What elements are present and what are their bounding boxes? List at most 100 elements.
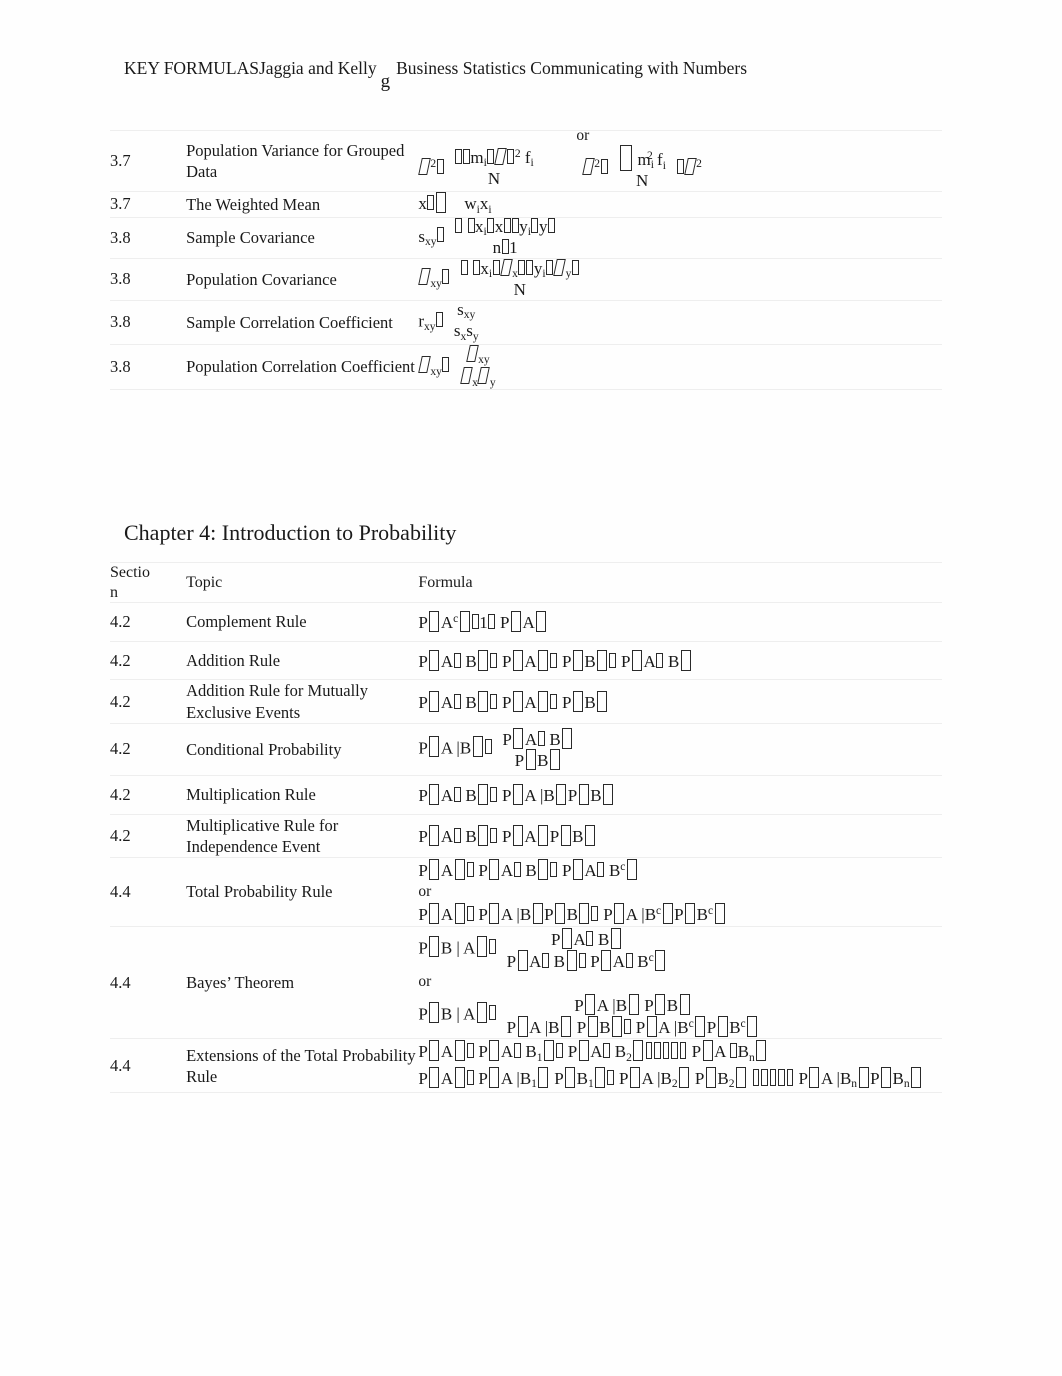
fn-P-b: P bbox=[478, 1042, 488, 1062]
ev-A-d: A bbox=[714, 1042, 726, 1062]
or-label-bayes: or bbox=[418, 973, 432, 991]
ev-A: A bbox=[440, 786, 454, 805]
formula-cell-sample-correlation: rxy sxy sxsy bbox=[418, 299, 942, 345]
fn-P-g: P bbox=[554, 1068, 564, 1088]
fn-P-d: P bbox=[418, 905, 428, 925]
var-m: m bbox=[470, 147, 484, 167]
sub-n: n bbox=[749, 1050, 755, 1064]
ev-A-b: A bbox=[500, 1042, 514, 1062]
fn-P-f: P bbox=[544, 905, 554, 925]
den-one: 1 bbox=[509, 237, 518, 257]
fn-P-b: P bbox=[501, 786, 512, 805]
num-one: 1 bbox=[479, 613, 488, 633]
fn-P: P bbox=[418, 613, 428, 633]
header-segment-two: Business Statistics Communicating with N… bbox=[396, 58, 748, 78]
section-cell: 4.2 bbox=[110, 640, 187, 681]
var-x-c: x bbox=[475, 216, 484, 236]
ev-A: A bbox=[440, 1042, 454, 1062]
section-cell: 4.2 bbox=[110, 775, 187, 815]
column-header-formula: Formula bbox=[418, 561, 942, 604]
sup-c: c bbox=[648, 950, 654, 964]
var-s: s bbox=[418, 226, 425, 246]
fraction-conditional: PA B PB bbox=[498, 727, 577, 771]
or-label-variance: or bbox=[576, 127, 590, 144]
fraction-bayes-2: PA |B PB PA |B PB PA |Bc P Bc bbox=[503, 993, 763, 1037]
ev-B-k: B bbox=[729, 1017, 741, 1037]
ev-B: B bbox=[465, 651, 477, 671]
var-y: y bbox=[519, 216, 528, 236]
table-row: 4.2 Conditional Probability PA |B PA B P… bbox=[110, 722, 942, 777]
fn-P-b: P bbox=[501, 692, 512, 712]
section-cell: 4.2 bbox=[110, 813, 187, 858]
var-ybar: y bbox=[538, 216, 548, 236]
topic-cell: Addition Rule bbox=[186, 640, 419, 681]
sub-i-x: i bbox=[488, 202, 492, 216]
fn-P-c: P bbox=[549, 826, 560, 846]
fraction-bayes-1: PA B PA B PA Bc bbox=[503, 927, 671, 971]
ev-A-f: A bbox=[625, 905, 638, 925]
den-sx: s bbox=[453, 321, 461, 341]
ev-B-g: B bbox=[717, 1068, 729, 1088]
ev-B-h: B bbox=[839, 1068, 852, 1088]
ev-B-b: B bbox=[614, 1042, 627, 1062]
ev-B-e: B bbox=[644, 905, 657, 925]
sub-n-b: n bbox=[851, 1077, 858, 1091]
fraction-pop-corr: xy xy bbox=[456, 344, 500, 390]
ev-B: B bbox=[525, 860, 537, 880]
ev-A-b: A bbox=[524, 786, 536, 805]
ev-A-c: A bbox=[529, 951, 542, 971]
fn-P: P bbox=[418, 692, 428, 712]
fn-P-h: P bbox=[619, 1068, 629, 1088]
ev-A-b: A bbox=[522, 613, 535, 633]
section-cell: 4.4 bbox=[110, 1038, 187, 1094]
fn-P: P bbox=[418, 786, 428, 805]
table-row: 4.4 Bayes’ Theorem PB | A PA B PA B PA B… bbox=[110, 925, 942, 1040]
ev-B-e: B bbox=[576, 1068, 588, 1088]
table-row: 3.8 Population Covariance xy xi x yi y N bbox=[110, 257, 942, 301]
bayes-line-1: PB | A PA B PA B PA Bc bbox=[418, 927, 672, 972]
denominator-N: N bbox=[487, 168, 501, 188]
chapter3-formula-table: 3.7 Population Variance for Grouped Data… bbox=[110, 127, 942, 391]
document-header: KEY FORMULASJaggia and KellygBusiness St… bbox=[124, 58, 944, 92]
ev-B-b: B bbox=[598, 929, 610, 949]
table-row: 3.7 The Weighted Mean x wixi bbox=[110, 191, 942, 218]
sub-n-c: n bbox=[903, 1077, 910, 1091]
extensions-line-2: PA PA |B1 P B1 PA |B2 P B2 PA |Bn P Bn bbox=[418, 1066, 922, 1092]
topic-cell: Population Covariance bbox=[186, 257, 419, 301]
table-row: 3.7 Population Variance for Grouped Data… bbox=[110, 127, 942, 193]
ev-B: B bbox=[440, 938, 453, 958]
den-sy: s bbox=[466, 321, 473, 341]
section-cell: 4.2 bbox=[110, 602, 187, 642]
fn-P-d: P bbox=[691, 1042, 702, 1062]
fn-P-e: P bbox=[418, 1068, 428, 1088]
section-cell: 3.8 bbox=[110, 216, 187, 259]
ev-B-e: B bbox=[440, 1004, 453, 1024]
ev-A-c: A bbox=[643, 651, 656, 671]
ev-A-h: A bbox=[658, 1017, 670, 1037]
or-label-total-probability: or bbox=[418, 882, 432, 900]
ev-A: A bbox=[440, 651, 454, 671]
fraction-pop-cov: xi x yi y N bbox=[456, 258, 583, 300]
table-row: 4.2 Multiplicative Rule for Independence… bbox=[110, 813, 942, 858]
sub-xy-r: xy bbox=[424, 319, 436, 333]
fn-P-b: P bbox=[478, 860, 488, 880]
ev-A-g: A bbox=[529, 1017, 541, 1037]
fn-P-e: P bbox=[478, 905, 488, 925]
sub-xy-sigma: xy bbox=[478, 353, 490, 367]
sub-one: 1 bbox=[536, 1050, 543, 1064]
table-row: 4.2 Multiplication Rule PA B PA |B P B bbox=[110, 775, 942, 815]
sub-y-sigma: y bbox=[489, 375, 496, 389]
ev-B-j: B bbox=[677, 1017, 689, 1037]
table-row: 4.4 Extensions of the Total Probability … bbox=[110, 1038, 942, 1094]
fn-P-c: P bbox=[567, 786, 578, 805]
denominator-N-b: N bbox=[635, 171, 649, 191]
fn-P-c: P bbox=[561, 692, 572, 712]
fn-P-b: P bbox=[551, 929, 561, 949]
ev-A: A bbox=[463, 938, 476, 958]
sub-i-d: i bbox=[662, 158, 666, 172]
ev-B-b: B bbox=[584, 651, 596, 671]
chapter4-formula-table: Sectio n Topic Formula 4.2 Complement Ru… bbox=[110, 561, 942, 1094]
ev-B: B bbox=[459, 738, 472, 758]
topic-cell: Bayes’ Theorem bbox=[186, 925, 419, 1040]
topic-cell: Multiplicative Rule for Independence Eve… bbox=[186, 813, 419, 858]
